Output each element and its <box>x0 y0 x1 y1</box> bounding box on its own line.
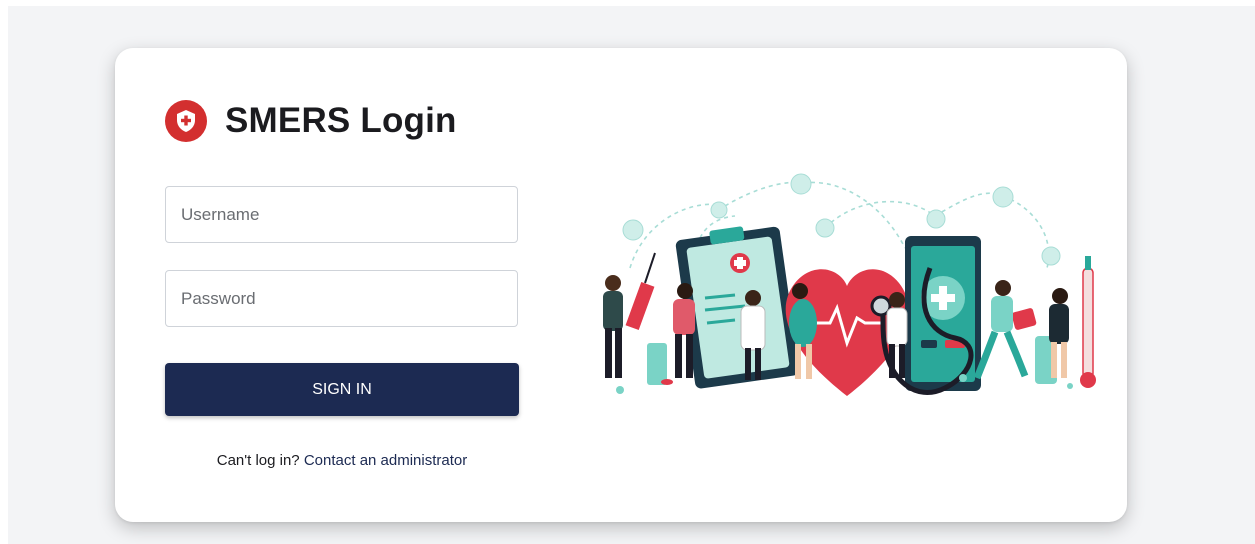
title-row: SMERS Login <box>165 100 457 142</box>
password-input[interactable] <box>165 270 518 327</box>
healthcare-workers-illustration <box>603 173 1096 396</box>
login-card: SMERS Login SIGN IN Can't log in? Contac… <box>115 48 1127 522</box>
page-title: SMERS Login <box>225 101 457 140</box>
help-text: Can't log in? Contact an administrator <box>165 452 519 469</box>
sign-in-button[interactable]: SIGN IN <box>165 363 519 416</box>
help-prefix: Can't log in? <box>216 452 300 469</box>
shield-cross-icon <box>165 100 207 142</box>
contact-admin-link[interactable]: Contact an administrator <box>304 452 467 469</box>
username-input[interactable] <box>165 186 518 243</box>
